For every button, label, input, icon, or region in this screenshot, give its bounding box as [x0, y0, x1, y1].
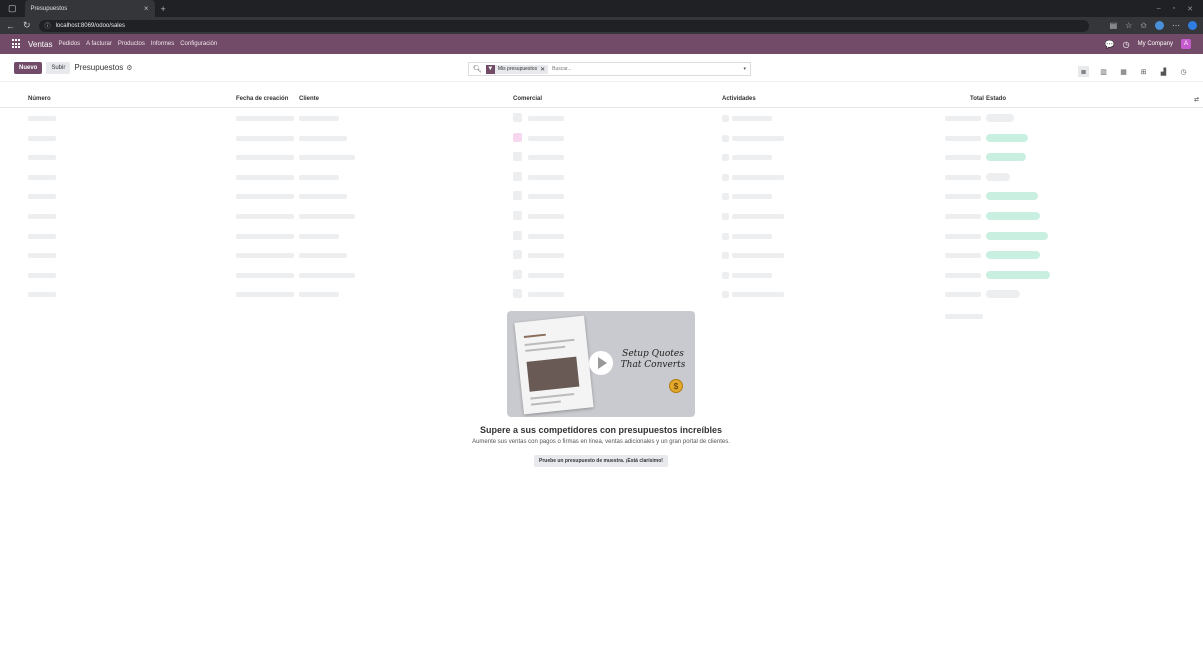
apps-menu-icon[interactable] — [12, 39, 22, 49]
upload-button[interactable]: Subir — [46, 61, 71, 74]
favorite-icon[interactable]: ☆ — [1125, 21, 1132, 30]
helper-video[interactable]: Setup Quotes That Converts $ — [507, 311, 695, 417]
col-status[interactable]: Estado — [986, 96, 1006, 102]
no-content-helper: Setup Quotes That Converts $ Supere a su… — [440, 311, 762, 467]
minimize-icon[interactable]: – — [1157, 5, 1161, 13]
tab-title: Presupuestos — [30, 5, 68, 12]
facet-label: Mis presupuestos — [497, 66, 538, 72]
close-window-icon[interactable]: ✕ — [1187, 5, 1193, 13]
activity-view-icon[interactable]: ◷ — [1178, 66, 1189, 77]
sample-total — [945, 314, 983, 319]
dollar-coin-icon: $ — [669, 379, 683, 393]
sample-row — [0, 266, 1203, 286]
browser-toolbar-icons: ▤ ☆ ✩ ⋯ — [1110, 21, 1197, 30]
pivot-view-icon[interactable]: ⊞ — [1138, 66, 1149, 77]
user-avatar[interactable]: A — [1181, 39, 1191, 49]
calendar-view-icon[interactable]: ▦ — [1118, 66, 1129, 77]
menu-a-facturar[interactable]: A facturar — [86, 41, 112, 47]
search-bar: 🔍︎ ▼ Mis presupuestos ✕ ▾ — [468, 62, 751, 76]
new-button[interactable]: Nuevo — [14, 61, 43, 74]
sample-row — [0, 285, 1203, 305]
app-name[interactable]: Ventas — [28, 40, 52, 49]
sample-row — [0, 129, 1203, 149]
video-caption: Setup Quotes That Converts — [620, 349, 686, 370]
window-controls: – ▫ ✕ — [1157, 5, 1203, 13]
menu-informes[interactable]: Informes — [151, 41, 174, 47]
address-bar-row: ← ↻ ⓘ localhost:8069/odoo/sales ▤ ☆ ✩ ⋯ — [0, 17, 1203, 34]
menu-productos[interactable]: Productos — [118, 41, 145, 47]
main-navbar: Ventas Pedidos A facturar Productos Info… — [0, 34, 1203, 54]
sample-row — [0, 246, 1203, 266]
menu-configuracion[interactable]: Configuración — [180, 41, 217, 47]
window-menu-icon[interactable]: ▢ — [8, 3, 17, 14]
optional-columns-icon[interactable]: ⇄ — [1194, 96, 1199, 103]
reload-icon[interactable]: ↻ — [23, 20, 31, 31]
facet-remove-icon[interactable]: ✕ — [540, 66, 545, 73]
navbar-systray: 💬 ◷ My Company A — [1105, 39, 1191, 49]
profile-icon[interactable] — [1155, 21, 1164, 30]
activity-clock-icon[interactable]: ◷ — [1123, 40, 1130, 49]
browser-titlebar: ▢ Presupuestos × + – ▫ ✕ — [0, 0, 1203, 17]
search-input[interactable] — [552, 66, 653, 72]
reader-icon[interactable]: ▤ — [1110, 21, 1118, 30]
search-icon[interactable]: 🔍︎ — [473, 65, 482, 73]
collections-icon[interactable]: ✩ — [1140, 21, 1147, 30]
filter-icon: ▼ — [485, 64, 495, 74]
tab-close-icon[interactable]: × — [144, 4, 149, 13]
col-activities[interactable]: Actividades — [722, 96, 756, 102]
sample-row — [0, 227, 1203, 247]
sample-row — [0, 168, 1203, 188]
browser-tab[interactable]: Presupuestos × — [24, 0, 155, 17]
col-salesperson[interactable]: Comercial — [513, 96, 542, 102]
search-options-toggle-icon[interactable]: ▾ — [743, 66, 746, 72]
helper-description: Aumente sus ventas con pagos o firmas en… — [472, 439, 730, 445]
copilot-icon[interactable] — [1188, 21, 1197, 30]
play-icon[interactable] — [589, 351, 613, 375]
col-creation-date[interactable]: Fecha de creación — [236, 96, 288, 102]
more-icon[interactable]: ⋯ — [1172, 21, 1180, 30]
helper-title: Supere a sus competidores con presupuest… — [479, 425, 723, 435]
company-switcher[interactable]: My Company — [1138, 41, 1173, 47]
list-header: Número Fecha de creación Cliente Comerci… — [0, 92, 1203, 108]
sample-row — [0, 109, 1203, 129]
graph-view-icon[interactable]: ▟ — [1158, 66, 1169, 77]
site-info-icon[interactable]: ⓘ — [45, 21, 51, 30]
sample-row — [0, 187, 1203, 207]
maximize-icon[interactable]: ▫ — [1173, 5, 1175, 13]
col-customer[interactable]: Cliente — [299, 96, 319, 102]
back-icon[interactable]: ← — [6, 21, 15, 31]
view-switcher: ≣ ▥ ▦ ⊞ ▟ ◷ — [1078, 66, 1189, 77]
search-facet: ▼ Mis presupuestos ✕ — [485, 64, 549, 74]
kanban-view-icon[interactable]: ▥ — [1098, 66, 1109, 77]
sample-quote-button[interactable]: Pruebe un presupuesto de muestra. ¡Está … — [534, 455, 668, 467]
breadcrumb: Presupuestos — [74, 63, 124, 72]
sample-row — [0, 148, 1203, 168]
gear-icon[interactable]: ⚙ — [126, 64, 132, 72]
menu-pedidos[interactable]: Pedidos — [58, 41, 80, 47]
url-field[interactable]: ⓘ localhost:8069/odoo/sales — [38, 19, 1089, 32]
url-text: localhost:8069/odoo/sales — [55, 22, 125, 29]
col-number[interactable]: Número — [28, 96, 51, 102]
sample-row — [0, 207, 1203, 227]
col-total[interactable]: Total — [970, 96, 984, 102]
chat-icon[interactable]: 💬 — [1105, 40, 1115, 49]
quote-document-image — [514, 315, 594, 415]
new-tab-button[interactable]: + — [161, 4, 166, 14]
list-view-icon[interactable]: ≣ — [1078, 66, 1089, 77]
